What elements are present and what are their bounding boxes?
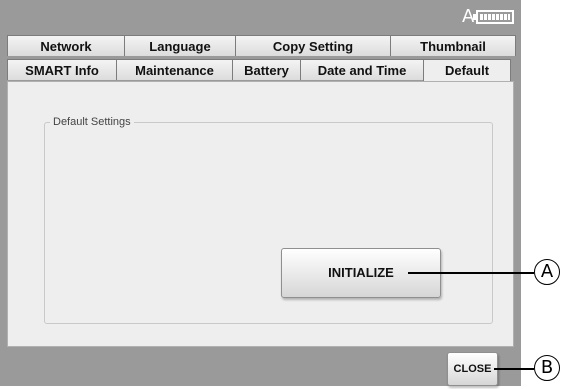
battery-level — [480, 14, 510, 20]
group-label: Default Settings — [50, 115, 134, 129]
battery-icon — [473, 10, 514, 24]
tab-thumbnail[interactable]: Thumbnail — [390, 35, 516, 56]
callout-b: B — [534, 355, 560, 381]
status-bar: A — [0, 0, 521, 33]
tab-row-top: Network Language Copy Setting Thumbnail — [7, 35, 516, 56]
tab-network[interactable]: Network — [7, 35, 125, 56]
callout-a-line — [408, 272, 534, 274]
default-panel: Default Settings — [7, 81, 514, 347]
tab-date-and-time[interactable]: Date and Time — [300, 59, 424, 80]
callout-b-line — [494, 368, 534, 370]
tab-copy-setting[interactable]: Copy Setting — [235, 35, 391, 56]
tab-maintenance[interactable]: Maintenance — [116, 59, 233, 80]
tab-default[interactable]: Default — [423, 59, 511, 82]
settings-window: A Network Language Copy Setting Thumbnai… — [0, 0, 521, 386]
tab-row-bottom: SMART Info Maintenance Battery Date and … — [7, 59, 511, 82]
callout-a: A — [534, 259, 560, 285]
tab-smart-info[interactable]: SMART Info — [7, 59, 117, 80]
close-button[interactable]: CLOSE — [447, 352, 498, 386]
tab-language[interactable]: Language — [124, 35, 236, 56]
tab-battery[interactable]: Battery — [232, 59, 301, 80]
